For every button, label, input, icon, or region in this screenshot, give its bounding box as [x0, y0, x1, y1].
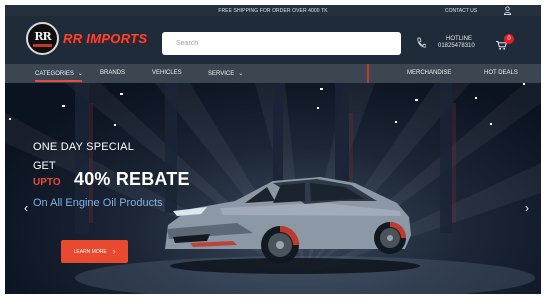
- contact-us-link[interactable]: CONTACT US: [445, 8, 477, 14]
- learn-more-button[interactable]: LEARN MORE ›: [61, 240, 128, 263]
- learn-more-label: LEARN MORE: [73, 248, 107, 255]
- nav-item-label: SERVICE: [208, 71, 235, 77]
- hotline-number: 01825478310: [438, 43, 475, 49]
- nav-divider: [367, 64, 369, 83]
- hero-rebate-headline: 40% REBATE: [74, 169, 190, 189]
- chevron-right-icon: ›: [112, 247, 116, 256]
- search-input[interactable]: [162, 32, 401, 55]
- chevron-down-icon: ⌄: [77, 71, 83, 77]
- logo-text[interactable]: RR IMPORTS: [63, 31, 147, 46]
- main-nav: CATEGORIES ⌄ BRANDS VEHICLES SERVICE ⌄ MER…: [5, 64, 541, 83]
- logo-stripe: [33, 44, 52, 47]
- nav-item-brands[interactable]: BRANDS: [100, 70, 125, 76]
- page-frame: FREE SHIPPING FOR ORDER OVER 4000 TK CON…: [5, 5, 541, 294]
- nav-item-merchandise[interactable]: MERCHANDISE: [407, 70, 451, 76]
- nav-item-categories[interactable]: CATEGORIES ⌄: [35, 70, 83, 77]
- top-bar: FREE SHIPPING FOR ORDER OVER 4000 TK CON…: [5, 5, 541, 16]
- nav-item-label: CATEGORIES: [35, 71, 74, 77]
- cart-count-badge: 0: [504, 34, 514, 44]
- phone-icon: [417, 37, 426, 48]
- logo-badge-text: RR: [34, 30, 51, 43]
- hotline-label: HOTLINE: [446, 36, 473, 42]
- site-header: RR RR IMPORTS HOTLINE 01825478310 0: [5, 16, 541, 64]
- hero-line-upto: UPTO: [33, 177, 61, 188]
- nav-item-hot-deals[interactable]: HOT DEALS: [484, 70, 518, 76]
- arrow-right-icon[interactable]: ›: [525, 201, 529, 215]
- hero-line-one-day-special: ONE DAY SPECIAL: [33, 141, 135, 153]
- logo-badge[interactable]: RR: [26, 22, 59, 55]
- arrow-left-icon[interactable]: ‹: [24, 201, 28, 215]
- hero-subtitle: On All Engine Oil Products: [33, 197, 163, 209]
- nav-item-service[interactable]: SERVICE ⌄: [208, 70, 243, 77]
- nav-item-vehicles[interactable]: VEHICLES: [152, 70, 182, 76]
- user-icon[interactable]: [503, 6, 512, 15]
- chevron-down-icon: ⌄: [238, 71, 244, 77]
- hero-banner: ONE DAY SPECIAL GET UPTO 40% REBATE On A…: [5, 83, 541, 294]
- active-nav-underline: [35, 80, 82, 82]
- hero-line-get: GET: [33, 160, 56, 172]
